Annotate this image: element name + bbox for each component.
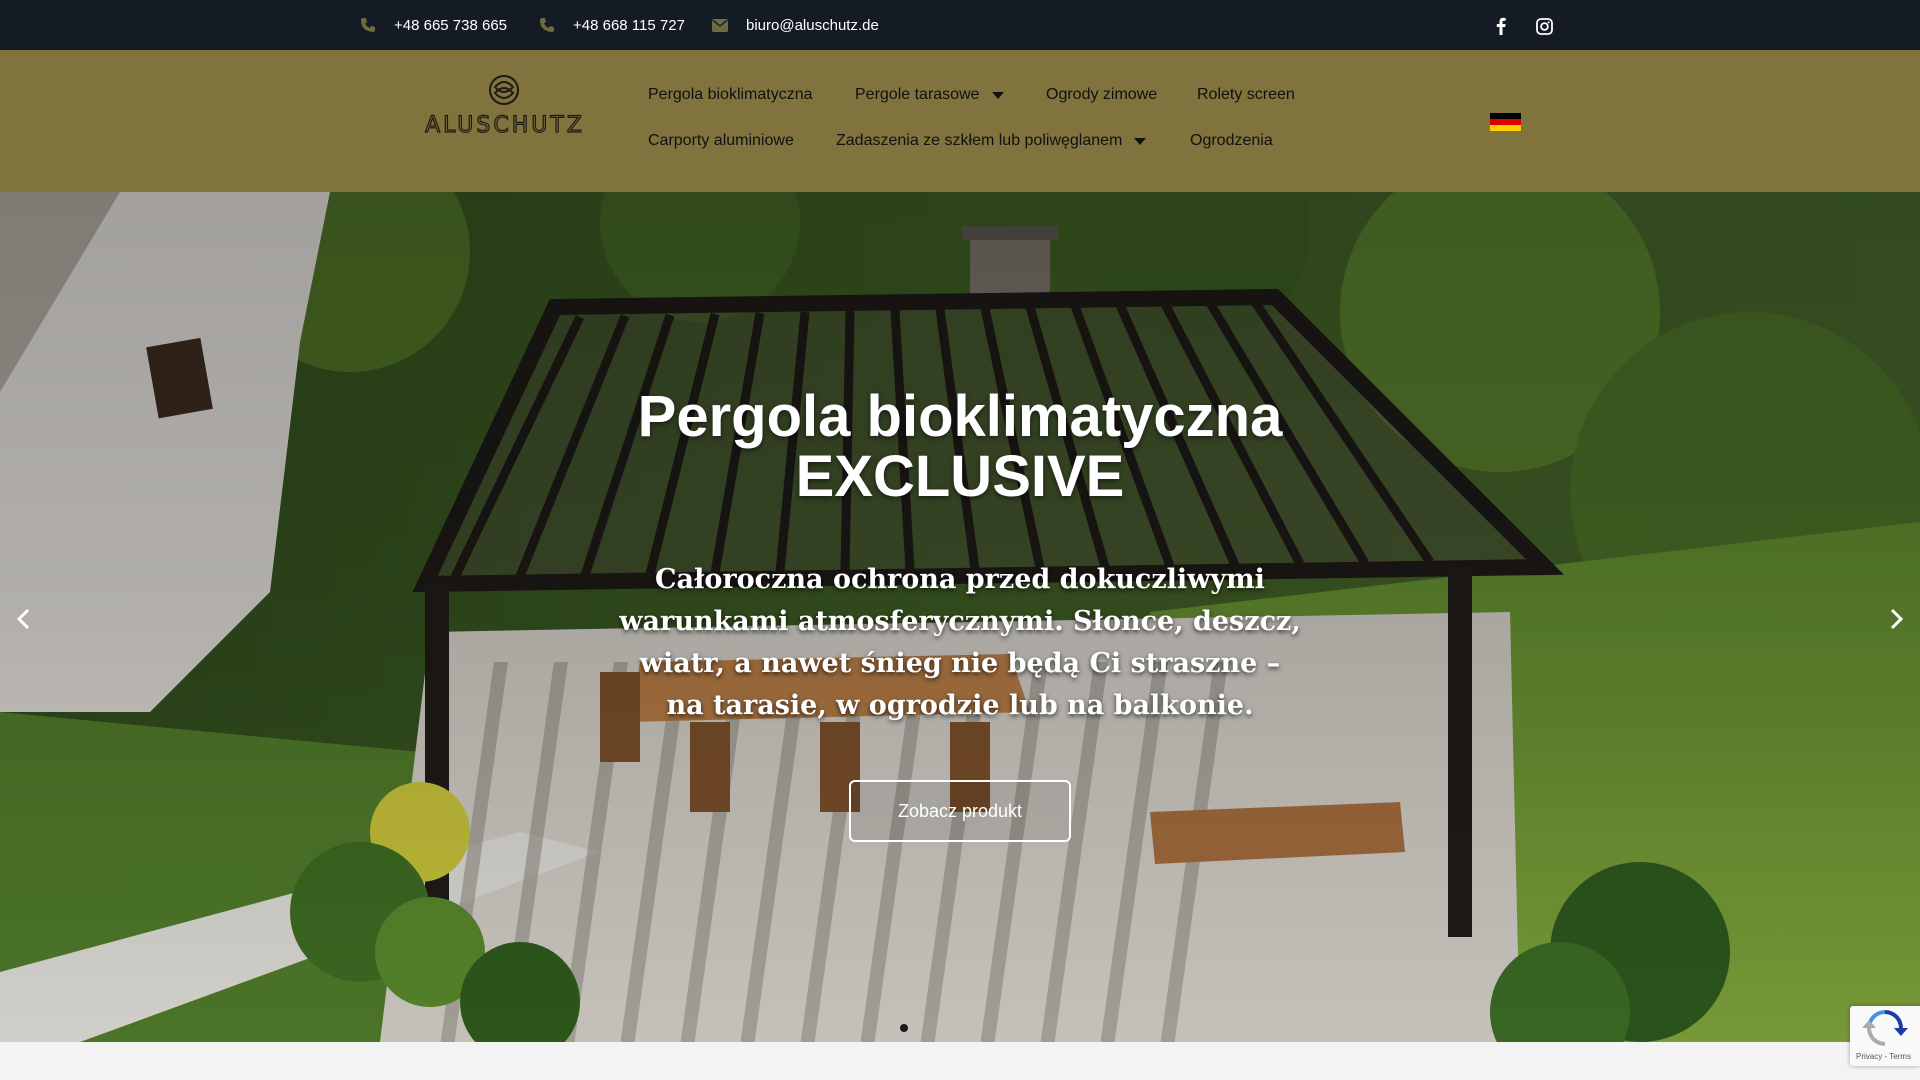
hero-title: Pergola bioklimatyczna EXCLUSIVE bbox=[460, 387, 1460, 507]
nav-ogrody-zimowe[interactable]: Ogrody zimowe bbox=[1046, 86, 1157, 104]
hero-subtitle-line-1: Całoroczna ochrona przed dokuczliwymi bbox=[655, 564, 1265, 595]
slider-prev-arrow[interactable] bbox=[8, 604, 38, 634]
facebook-icon[interactable] bbox=[1490, 15, 1512, 37]
view-product-button[interactable]: Zobacz produkt bbox=[849, 780, 1071, 842]
nav-pergole-tarasowe[interactable]: Pergole tarasowe bbox=[855, 86, 1004, 104]
envelope-icon bbox=[711, 16, 729, 34]
nav-label: Rolety screen bbox=[1197, 86, 1295, 103]
recaptcha-icon bbox=[1862, 1010, 1908, 1046]
phone-contact-1[interactable]: +48 665 738 665 bbox=[359, 0, 507, 50]
hero-title-line-2: EXCLUSIVE bbox=[795, 444, 1125, 509]
chevron-right-icon bbox=[1890, 608, 1904, 630]
nav-zadaszenia[interactable]: Zadaszenia ze szkłem lub poliwęglanem bbox=[836, 132, 1147, 150]
hero-subtitle-line-2: warunkami atmosferycznymi. Słonce, deszc… bbox=[619, 606, 1301, 637]
phone-icon bbox=[359, 16, 377, 34]
chevron-left-icon bbox=[16, 608, 30, 630]
hero-subtitle: Całoroczna ochrona przed dokuczliwymi wa… bbox=[560, 559, 1360, 727]
email-address[interactable]: biuro@aluschutz.de bbox=[746, 17, 879, 34]
nav-label: Pergole tarasowe bbox=[855, 86, 980, 103]
hero-title-line-1: Pergola bioklimatyczna bbox=[637, 384, 1283, 449]
nav-label: Carporty aluminiowe bbox=[648, 132, 794, 149]
nav-label: Zadaszenia ze szkłem lub poliwęglanem bbox=[836, 132, 1123, 149]
contact-bar: +48 665 738 665 +48 668 115 727 biuro@al… bbox=[0, 0, 1920, 50]
hero-subtitle-line-4: na tarasie, w ogrodzie lub na balkonie. bbox=[666, 690, 1254, 721]
hero-subtitle-line-3: wiatr, a nawet śnieg nie będą Ci straszn… bbox=[639, 648, 1281, 679]
svg-text:ALUSCHUTZ: ALUSCHUTZ bbox=[425, 113, 585, 134]
aluschutz-logo[interactable]: ALUSCHUTZ bbox=[400, 74, 610, 139]
nav-carporty-aluminiowe[interactable]: Carporty aluminiowe bbox=[648, 132, 794, 150]
german-flag-icon[interactable] bbox=[1490, 113, 1521, 131]
phone-icon bbox=[538, 16, 556, 34]
caret-down-icon bbox=[1134, 137, 1147, 145]
nav-label: Ogrodzenia bbox=[1190, 132, 1273, 149]
nav-label: Ogrody zimowe bbox=[1046, 86, 1158, 103]
nav-ogrodzenia[interactable]: Ogrodzenia bbox=[1190, 132, 1273, 150]
site-header: ALUSCHUTZ Pergola bioklimatyczna Pergole… bbox=[0, 50, 1920, 192]
slider-pagination bbox=[900, 1024, 908, 1032]
recaptcha-terms[interactable]: Privacy - Terms bbox=[1856, 1052, 1911, 1061]
slider-next-arrow[interactable] bbox=[1882, 604, 1912, 634]
phone-number-2[interactable]: +48 668 115 727 bbox=[573, 17, 685, 34]
nav-label: Pergola bioklimatyczna bbox=[648, 86, 813, 103]
phone-number-1[interactable]: +48 665 738 665 bbox=[394, 17, 507, 34]
nav-pergola-bioklimatyczna[interactable]: Pergola bioklimatyczna bbox=[648, 86, 813, 104]
nav-rolety-screen[interactable]: Rolety screen bbox=[1197, 86, 1295, 104]
email-contact[interactable]: biuro@aluschutz.de bbox=[711, 0, 879, 50]
hero-slider: Pergola bioklimatyczna EXCLUSIVE Całoroc… bbox=[0, 192, 1920, 1042]
caret-down-icon bbox=[991, 91, 1004, 99]
slider-dot[interactable] bbox=[900, 1024, 908, 1032]
instagram-icon[interactable] bbox=[1533, 15, 1555, 37]
recaptcha-badge[interactable]: Privacy - Terms bbox=[1850, 1006, 1920, 1066]
phone-contact-2[interactable]: +48 668 115 727 bbox=[538, 0, 685, 50]
